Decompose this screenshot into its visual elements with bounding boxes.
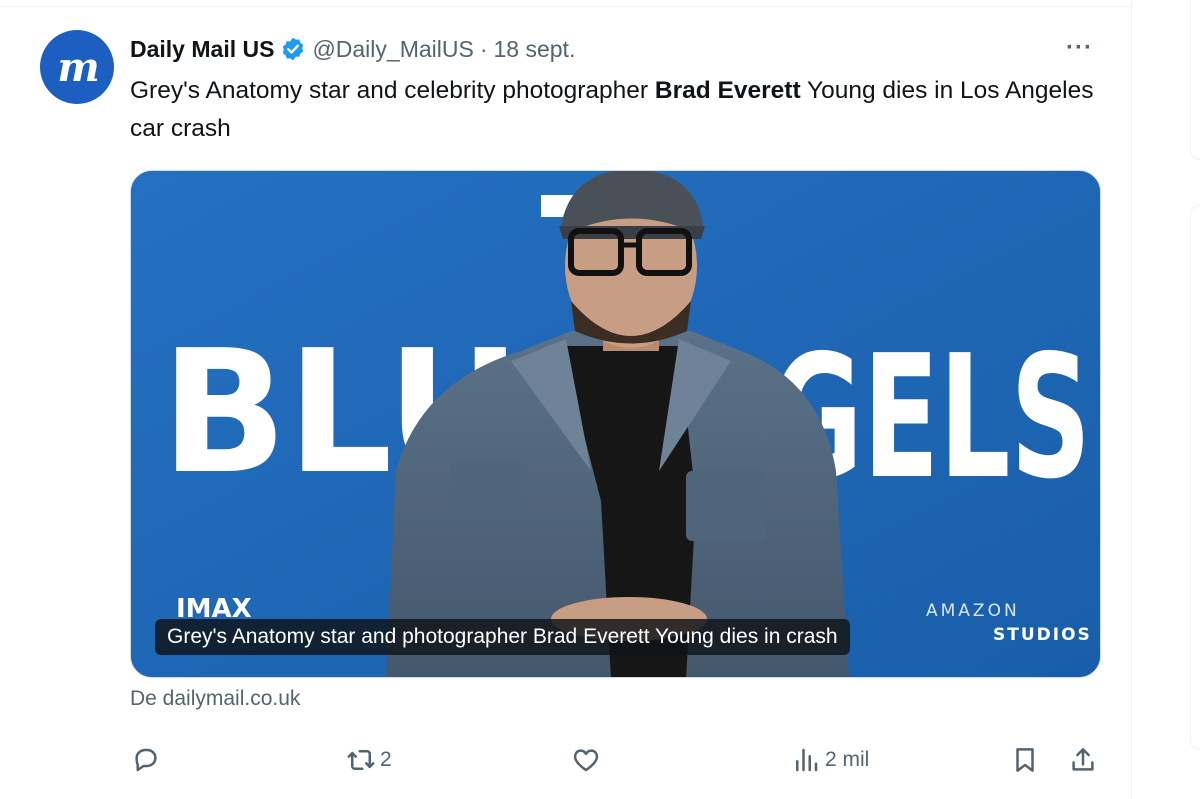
- verified-icon: [283, 37, 304, 61]
- views-button[interactable]: 2 mil: [791, 736, 869, 784]
- more-icon[interactable]: ···: [1066, 34, 1093, 62]
- retweet-icon: [347, 750, 375, 770]
- link-source[interactable]: De dailymail.co.uk: [130, 687, 300, 711]
- reply-icon: [135, 748, 157, 772]
- retweet-count: 2: [380, 748, 392, 771]
- reply-button[interactable]: [131, 736, 161, 784]
- like-icon: [573, 749, 599, 772]
- link-card-image[interactable]: BLU GELS IMAX AMAZON STUDIOS Grey's Anat…: [130, 170, 1101, 678]
- photo: BLU GELS IMAX AMAZON STUDIOS: [131, 171, 1100, 677]
- link-card-title: Grey's Anatomy star and photographer Bra…: [155, 619, 850, 655]
- backdrop-logo-amazon: AMAZON: [926, 601, 1020, 621]
- sidebar-card: [1190, 0, 1200, 160]
- separator-dot: ·: [479, 35, 488, 62]
- tweet-text: Grey's Anatomy star and celebrity photog…: [130, 72, 1120, 148]
- share-button[interactable]: [1068, 736, 1098, 784]
- like-button[interactable]: [571, 736, 601, 784]
- tweet[interactable]: m Daily Mail US @Daily_MailUS · 18 sept.…: [0, 0, 1132, 799]
- avatar-logo: m: [57, 43, 99, 91]
- backdrop-logo-studios: STUDIOS: [993, 625, 1092, 645]
- views-count: 2 mil: [825, 748, 870, 771]
- views-icon: [796, 748, 818, 772]
- action-bar: 2 2 mil: [0, 736, 1132, 784]
- share-icon: [1072, 748, 1094, 771]
- bookmark-icon: [1016, 748, 1034, 772]
- tweet-header: Daily Mail US @Daily_MailUS · 18 sept.: [130, 33, 575, 65]
- account-name[interactable]: Daily Mail US: [130, 36, 274, 63]
- tweet-text-start: Grey's Anatomy star and celebrity photog…: [130, 77, 655, 104]
- tweet-date[interactable]: 18 sept.: [494, 36, 576, 63]
- account-handle[interactable]: @Daily_MailUS: [312, 36, 473, 63]
- retweet-button[interactable]: 2: [346, 736, 392, 784]
- tweet-text-bold: Brad Everett: [654, 77, 801, 104]
- avatar[interactable]: m: [40, 30, 114, 104]
- sidebar-card: [1190, 205, 1200, 750]
- bookmark-button[interactable]: [1010, 736, 1040, 784]
